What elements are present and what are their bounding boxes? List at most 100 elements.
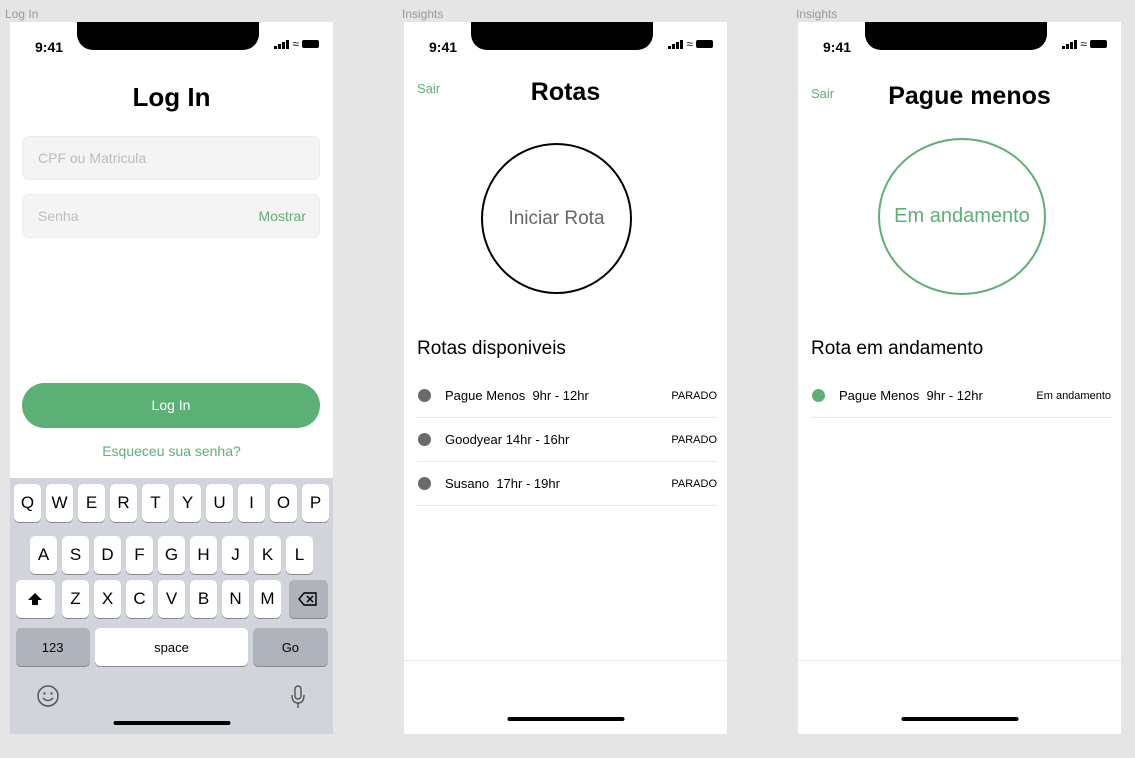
pague-menos-screen: 9:41 ≈ Sair Pague menos Em andamento Rot… (798, 22, 1121, 734)
notch (471, 22, 653, 50)
battery-icon (1090, 40, 1107, 48)
key-x[interactable]: X (94, 580, 121, 618)
route-status: PARADO (671, 433, 717, 446)
route-item[interactable]: Susano 17hr - 19hr PARADO (417, 462, 717, 506)
show-password-button[interactable]: Mostrar (259, 208, 306, 224)
backspace-icon (298, 592, 317, 606)
page-title: Pague menos (888, 82, 1051, 110)
backspace-key[interactable] (288, 580, 328, 618)
shift-key[interactable] (15, 580, 55, 618)
letter-keys: Z X C V B N M (60, 580, 284, 618)
frame-label-login: Log In (5, 7, 39, 21)
key-g[interactable]: G (158, 536, 185, 574)
microphone-button[interactable] (291, 684, 305, 715)
home-indicator (507, 717, 624, 721)
key-b[interactable]: B (190, 580, 217, 618)
wifi-icon: ≈ (292, 37, 299, 51)
status-time: 9:41 (429, 39, 458, 55)
status-bar: 9:41 ≈ (798, 22, 1121, 62)
cellular-signal-icon (274, 40, 290, 49)
key-p[interactable]: P (302, 484, 329, 522)
home-indicator (113, 721, 230, 725)
route-list: Pague Menos 9hr - 12hr PARADO Goodyear 1… (417, 374, 717, 506)
key-v[interactable]: V (158, 580, 185, 618)
key-i[interactable]: I (238, 484, 265, 522)
key-t[interactable]: T (142, 484, 169, 522)
key-w[interactable]: W (46, 484, 73, 522)
microphone-icon (291, 685, 305, 708)
status-time: 9:41 (823, 39, 852, 55)
rotas-screen: 9:41 ≈ Sair Rotas Iniciar Rota Rotas dis… (404, 22, 727, 734)
route-name: Pague Menos 9hr - 12hr (445, 388, 589, 403)
emoji-button[interactable] (36, 684, 60, 713)
numbers-key[interactable]: 123 (15, 628, 90, 666)
start-route-button[interactable]: Iniciar Rota (481, 143, 632, 294)
cellular-signal-icon (1062, 40, 1078, 49)
status-dot (418, 477, 431, 490)
cpf-field[interactable] (22, 136, 320, 180)
key-f[interactable]: F (126, 536, 153, 574)
tab-bar-divider (798, 660, 1121, 661)
forgot-password-link[interactable]: Esqueceu sua senha? (10, 443, 333, 459)
page-title: Rotas (530, 78, 601, 106)
status-icons: ≈ (668, 38, 713, 50)
status-bar: 9:41 ≈ (10, 22, 333, 62)
key-q[interactable]: Q (14, 484, 41, 522)
status-icons: ≈ (274, 37, 319, 51)
home-indicator (901, 717, 1018, 721)
login-button[interactable]: Log In (22, 383, 320, 428)
key-o[interactable]: O (270, 484, 297, 522)
route-item[interactable]: Pague Menos 9hr - 12hr PARADO (417, 374, 717, 418)
page-title: Log In (132, 82, 211, 112)
status-icons: ≈ (1062, 37, 1107, 51)
route-status: PARADO (671, 477, 717, 490)
space-key[interactable]: space (94, 628, 249, 666)
route-status: Em andamento (1036, 389, 1111, 402)
status-dot (418, 433, 431, 446)
password-field[interactable]: Mostrar (22, 194, 320, 238)
status-bar: 9:41 ≈ (404, 22, 727, 62)
notch (865, 22, 1047, 50)
tab-bar-divider (404, 660, 727, 661)
key-h[interactable]: H (190, 536, 217, 574)
key-n[interactable]: N (222, 580, 249, 618)
go-key[interactable]: Go (253, 628, 328, 666)
route-item[interactable]: Goodyear 14hr - 16hr PARADO (417, 418, 717, 462)
login-screen: 9:41 ≈ Log In Mostrar Log In Esqueceu su… (10, 22, 333, 734)
battery-icon (302, 40, 319, 48)
keyboard-row-4: 123 space Go (10, 628, 333, 666)
key-a[interactable]: A (30, 536, 57, 574)
key-d[interactable]: D (94, 536, 121, 574)
route-name: Susano 17hr - 19hr (445, 476, 560, 491)
shift-icon (28, 593, 42, 605)
key-l[interactable]: L (286, 536, 313, 574)
route-item[interactable]: Pague Menos 9hr - 12hr Em andamento (811, 374, 1111, 418)
emoji-icon (37, 685, 59, 707)
keyboard: Q W E R T Y U I O P A S D F G H J K L Z … (10, 478, 333, 734)
keyboard-row-3: Z X C V B N M (10, 580, 333, 618)
section-title: Rota em andamento (811, 338, 984, 359)
key-z[interactable]: Z (62, 580, 89, 618)
battery-icon (696, 40, 713, 48)
frame-label-pague: Insights (796, 7, 838, 21)
frame-label-rotas: Insights (402, 7, 444, 21)
key-s[interactable]: S (62, 536, 89, 574)
key-u[interactable]: U (206, 484, 233, 522)
key-e[interactable]: E (78, 484, 105, 522)
password-input[interactable] (36, 207, 250, 225)
route-progress-button[interactable]: Em andamento (878, 138, 1046, 295)
key-c[interactable]: C (126, 580, 153, 618)
key-m[interactable]: M (254, 580, 281, 618)
status-dot (812, 389, 825, 402)
key-k[interactable]: K (254, 536, 281, 574)
route-list: Pague Menos 9hr - 12hr Em andamento (811, 374, 1111, 418)
cpf-input[interactable] (36, 149, 250, 167)
section-title: Rotas disponiveis (417, 338, 566, 359)
key-j[interactable]: J (222, 536, 249, 574)
status-time: 9:41 (35, 39, 64, 55)
status-dot (418, 389, 431, 402)
key-r[interactable]: R (110, 484, 137, 522)
keyboard-row-1: Q W E R T Y U I O P (10, 484, 333, 522)
wifi-icon: ≈ (1080, 37, 1087, 51)
key-y[interactable]: Y (174, 484, 201, 522)
